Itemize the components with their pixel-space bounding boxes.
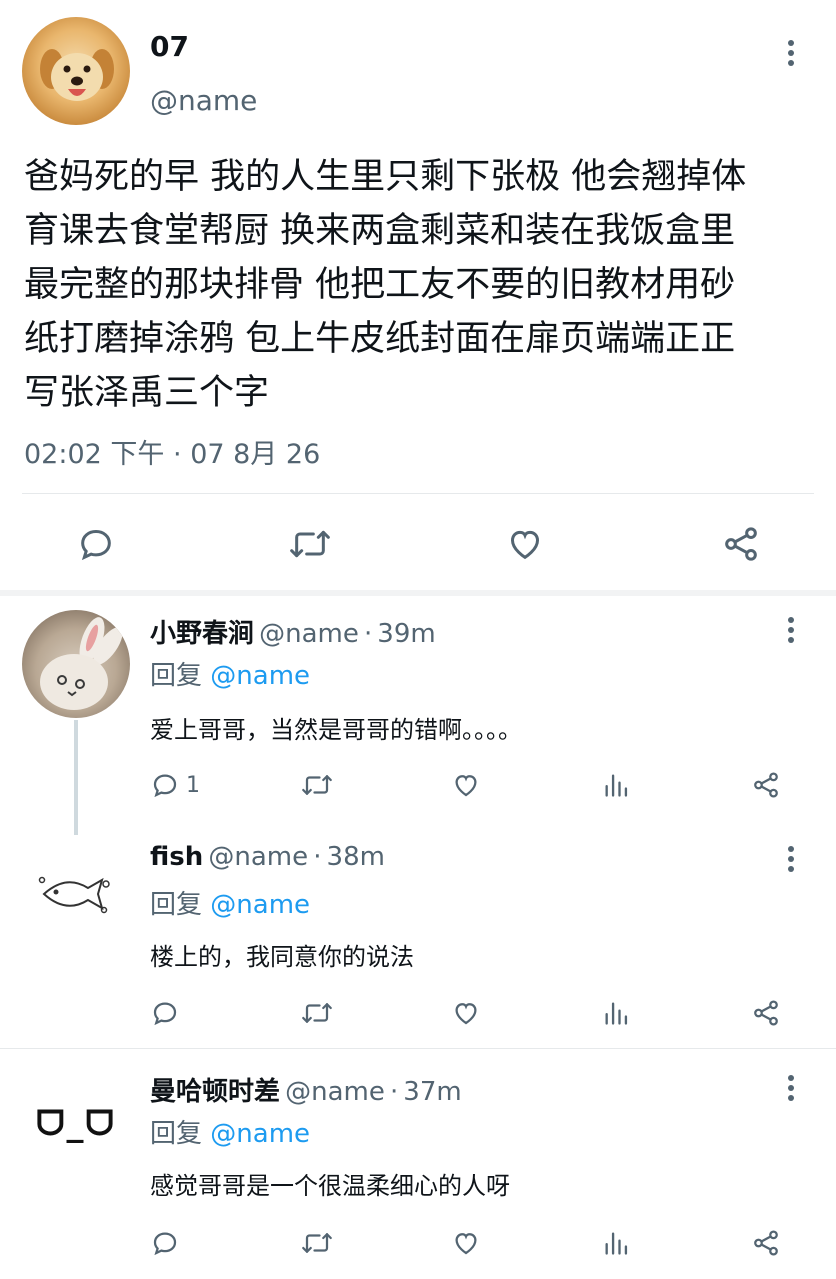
reply-header: fish @name · 38m (150, 842, 385, 872)
reply-age[interactable]: 38m (327, 842, 385, 872)
author-handle[interactable]: @name (150, 84, 257, 117)
thread-line (74, 720, 78, 835)
avatar[interactable]: ᗜ_ᗜ (22, 1070, 130, 1178)
dot-separator: · (173, 439, 182, 470)
author-name[interactable]: 07 (150, 30, 189, 63)
reply-author-name[interactable]: 曼哈顿时差 (150, 1077, 280, 1107)
section-separator (0, 590, 836, 596)
heart-icon[interactable] (450, 1228, 482, 1258)
retweet-icon[interactable] (300, 998, 334, 1028)
replying-to: 回复 @name (150, 1113, 310, 1150)
reply-header: 曼哈顿时差 @name · 37m (150, 1071, 462, 1108)
reply-header: 小野春涧 @name · 39m (150, 613, 436, 650)
analytics-icon[interactable] (602, 1228, 630, 1258)
reply-to-handle[interactable]: @name (210, 1119, 310, 1149)
share-icon[interactable] (750, 1228, 782, 1258)
plush-avatar-image (40, 617, 123, 710)
share-icon[interactable] (750, 770, 782, 800)
heart-icon[interactable] (450, 998, 482, 1028)
avatar[interactable] (22, 610, 130, 718)
reply-author-name[interactable]: 小野春涧 (150, 619, 254, 649)
reply-count: 1 (186, 772, 200, 798)
more-vertical-icon[interactable] (787, 617, 795, 647)
post-text-line: 写张泽禹三个字 (24, 373, 270, 413)
post-timestamp[interactable]: 02:02 下午 · 07 8月 26 (24, 432, 320, 471)
retweet-icon[interactable] (300, 1228, 334, 1258)
post-date: 07 8月 26 (190, 439, 321, 470)
reply-text: 感觉哥哥是一个很温柔细心的人呀 (150, 1172, 510, 1200)
analytics-icon[interactable] (602, 770, 630, 800)
share-icon[interactable] (720, 524, 762, 564)
reply-to-handle[interactable]: @name (210, 661, 310, 691)
post-text-line: 最完整的那块排骨 他把工友不要的旧教材用砂 (24, 265, 736, 305)
reply-prefix: 回复 (150, 1119, 203, 1149)
heart-icon[interactable] (504, 524, 546, 564)
reply-to-handle[interactable]: @name (210, 890, 310, 920)
fish-avatar-image (38, 876, 110, 914)
post-time: 02:02 下午 (24, 439, 165, 470)
avatar-emoticon: ᗜ_ᗜ (36, 1104, 116, 1144)
reply-author-handle[interactable]: @name (259, 619, 359, 649)
share-icon[interactable] (750, 998, 782, 1028)
replying-to: 回复 @name (150, 884, 310, 921)
reply-text: 爱上哥哥，当然是哥哥的错啊。。。。 (150, 716, 522, 744)
reply-prefix: 回复 (150, 890, 203, 920)
reply-author-handle[interactable]: @name (285, 1077, 385, 1107)
reply-text: 楼上的，我同意你的说法 (150, 943, 414, 971)
dot-separator: · (363, 619, 373, 649)
reply-icon[interactable] (150, 1228, 180, 1258)
reply-age[interactable]: 37m (403, 1077, 461, 1107)
post-text-line: 爸妈死的早 我的人生里只剩下张极 他会翘掉体 (24, 157, 747, 197)
replying-to: 回复 @name (150, 655, 310, 692)
reply-prefix: 回复 (150, 661, 203, 691)
dog-avatar-image (40, 49, 114, 101)
reply-icon[interactable] (76, 524, 116, 564)
retweet-icon[interactable] (288, 524, 332, 564)
more-vertical-icon[interactable] (787, 846, 795, 876)
retweet-icon[interactable] (300, 770, 334, 800)
post-text-line: 纸打磨掉涂鸦 包上牛皮纸封面在扉页端端正正 (24, 319, 736, 359)
reply-icon[interactable]: 1 (150, 770, 200, 800)
divider (0, 1048, 836, 1049)
more-vertical-icon[interactable] (787, 1075, 795, 1105)
post-text-line: 育课去食堂帮厨 换来两盒剩菜和装在我饭盒里 (24, 211, 736, 251)
reply-author-handle[interactable]: @name (208, 842, 308, 872)
analytics-icon[interactable] (602, 998, 630, 1028)
more-vertical-icon[interactable] (787, 40, 795, 70)
reply-author-name[interactable]: fish (150, 842, 203, 872)
reply-icon[interactable] (150, 998, 180, 1028)
divider (22, 493, 814, 494)
reply-age[interactable]: 39m (377, 619, 435, 649)
dot-separator: · (313, 842, 322, 872)
heart-icon[interactable] (450, 770, 482, 800)
avatar[interactable] (22, 17, 130, 125)
avatar[interactable] (22, 840, 130, 948)
post-text: 爸妈死的早 我的人生里只剩下张极 他会翘掉体 育课去食堂帮厨 换来两盒剩菜和装在… (24, 150, 824, 420)
dot-separator: · (389, 1077, 399, 1107)
